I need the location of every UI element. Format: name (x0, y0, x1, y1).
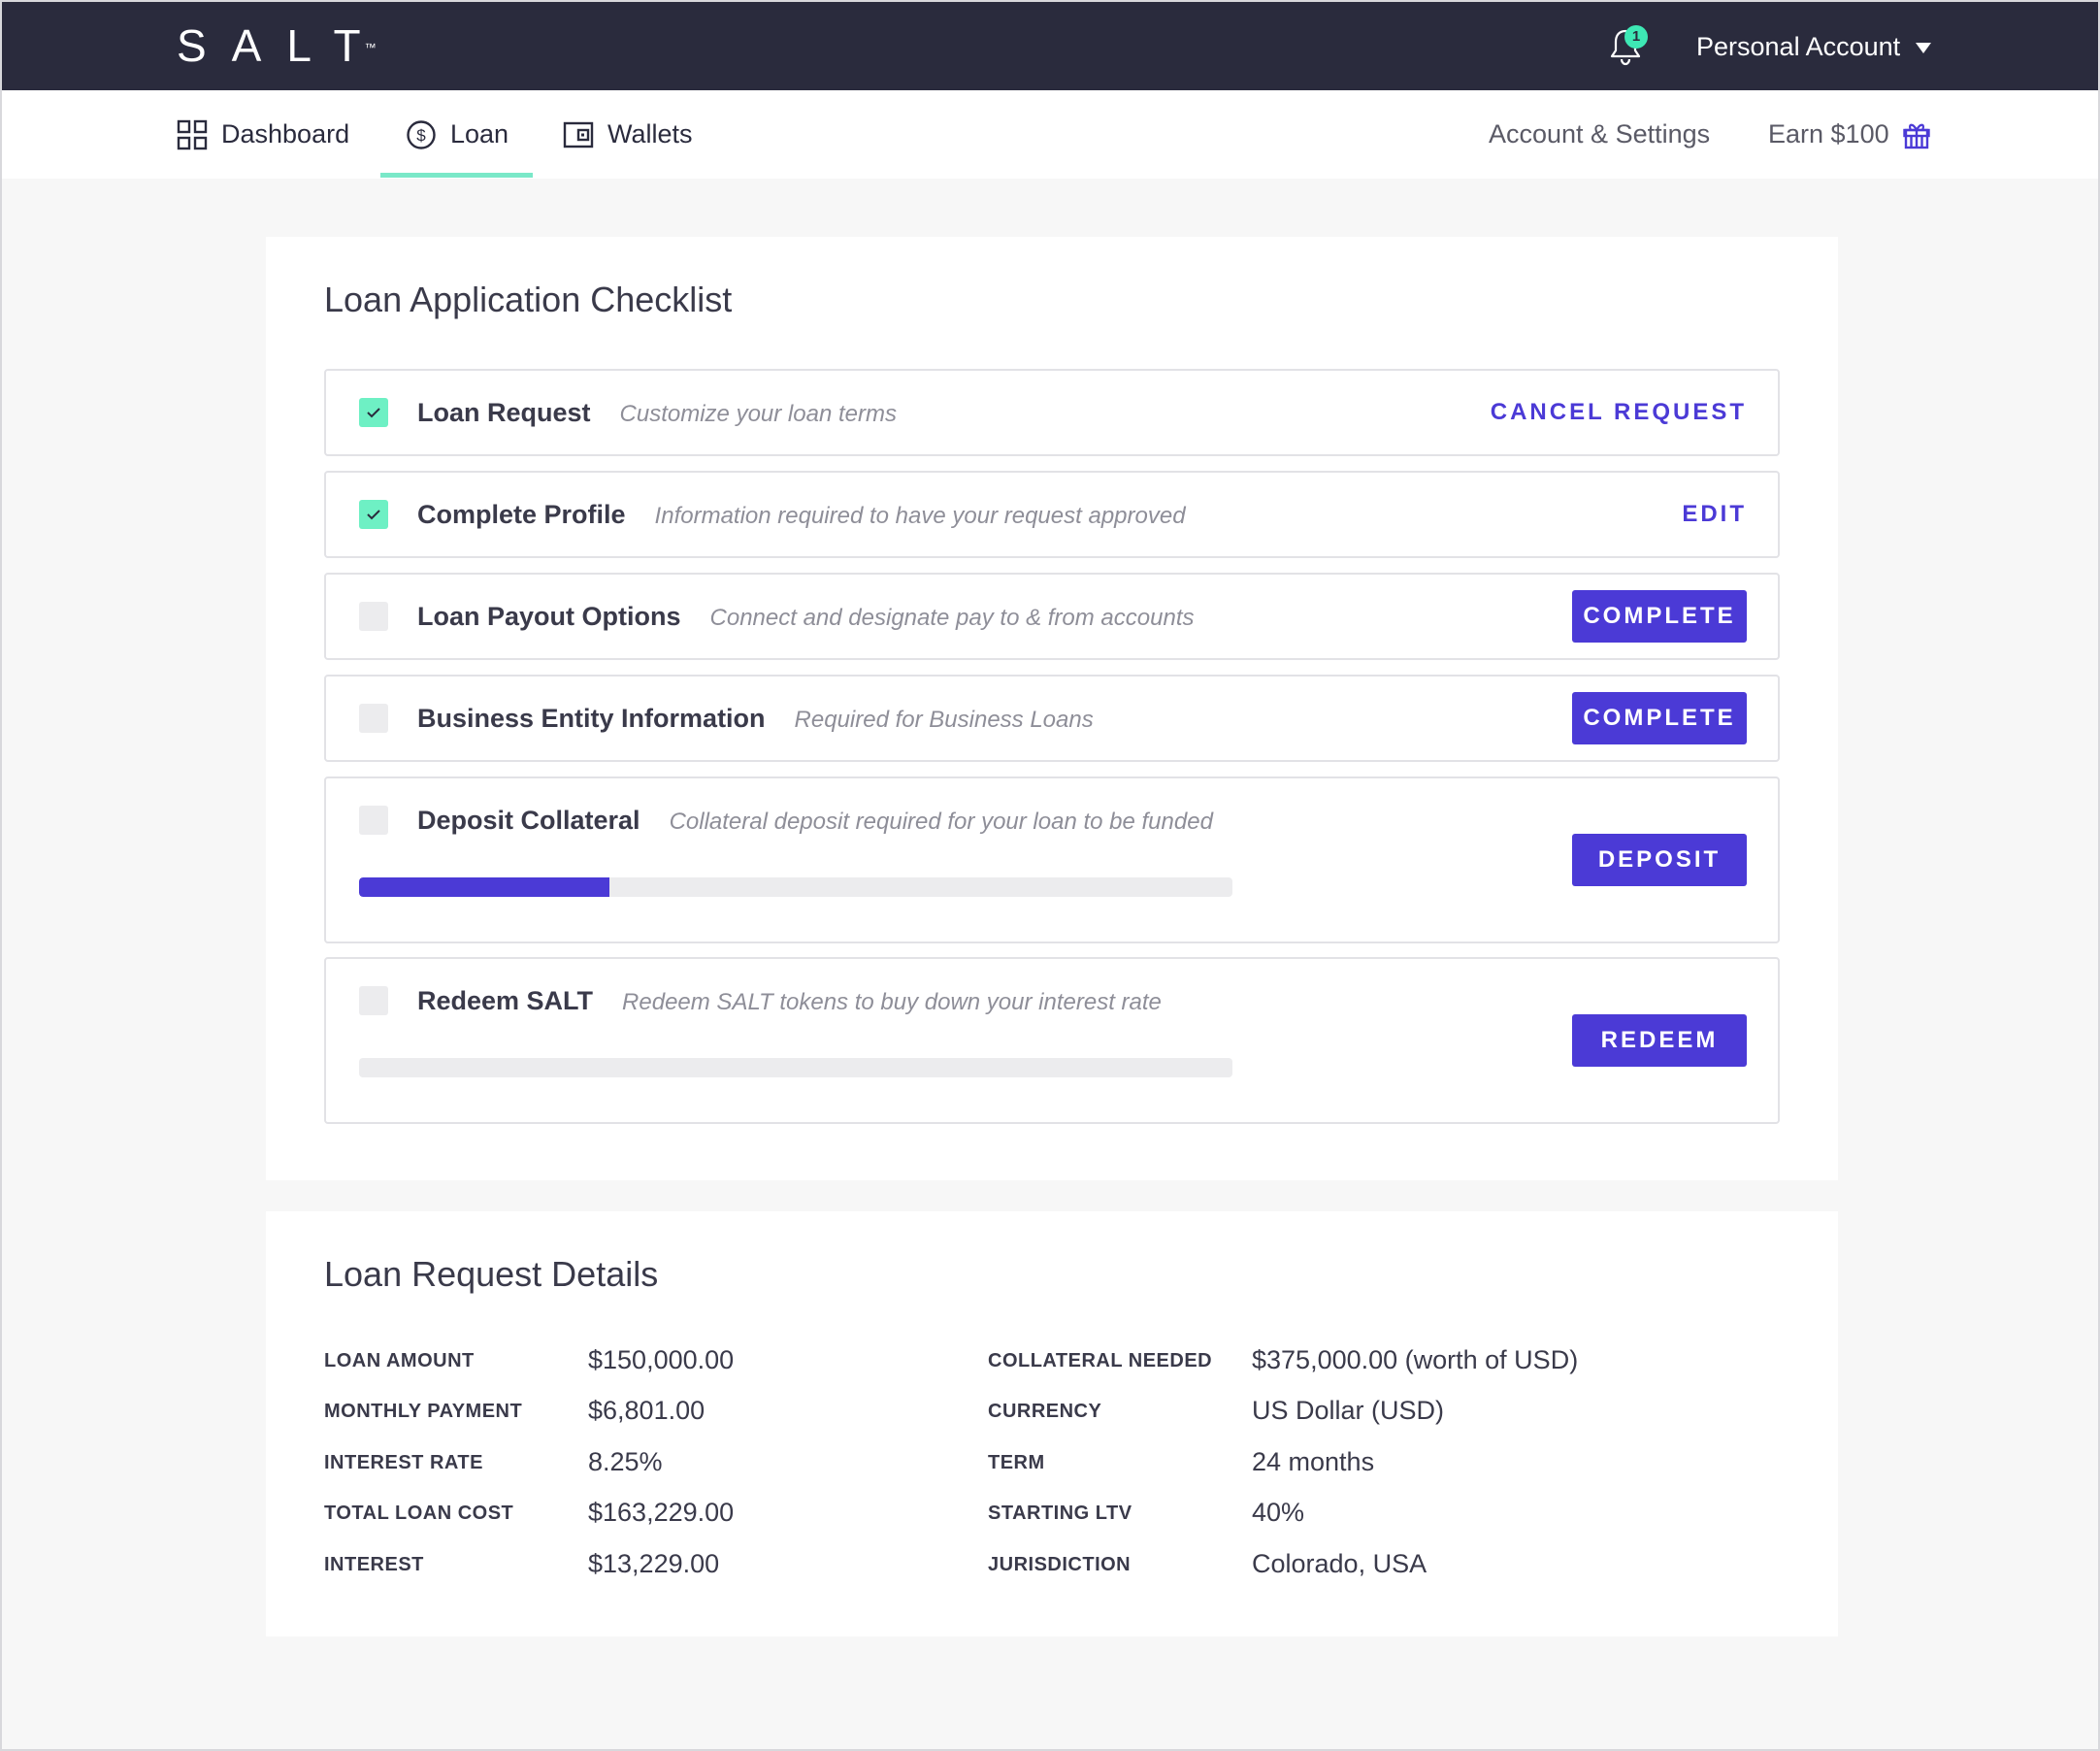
account-settings-label: Account & Settings (1489, 119, 1711, 149)
detail-value: 40% (1252, 1498, 1305, 1527)
detail-label: COLLATERAL NEEDED (988, 1350, 1213, 1371)
row-title: Complete Profile Information required to … (417, 500, 1186, 529)
checkbox-complete-profile[interactable] (359, 500, 388, 529)
complete-payout-button[interactable]: COMPLETE (1572, 590, 1747, 643)
deposit-button[interactable]: DEPOSIT (1572, 834, 1747, 886)
checkbox-loan-payout[interactable] (359, 602, 388, 631)
redeem-button[interactable]: REDEEM (1572, 1014, 1747, 1067)
checkbox-loan-request[interactable] (359, 398, 388, 427)
row-title: Loan Request Customize your loan terms (417, 398, 897, 427)
detail-label: LOAN AMOUNT (324, 1350, 475, 1371)
account-menu[interactable]: Personal Account (1696, 29, 1932, 64)
edit-profile-link[interactable]: EDIT (1682, 498, 1747, 531)
detail-value: 8.25% (588, 1447, 663, 1476)
checkbox-deposit-collateral[interactable] (359, 806, 388, 835)
checkbox-redeem-salt[interactable] (359, 986, 388, 1015)
svg-text:$: $ (416, 126, 426, 145)
row-title: Deposit Collateral Collateral deposit req… (417, 806, 1213, 835)
detail-value: US Dollar (USD) (1252, 1396, 1445, 1425)
row-description: Required for Business Loans (794, 707, 1094, 733)
row-title: Loan Payout Options Connect and designate… (417, 602, 1195, 631)
nav-wallets-label: Wallets (607, 119, 693, 149)
row-description: Connect and designate pay to & from acco… (709, 605, 1195, 631)
row-description: Collateral deposit required for your loa… (669, 809, 1213, 835)
detail-value: $150,000.00 (588, 1345, 735, 1374)
checklist-row-business-entity: Business Entity Information Required for … (324, 675, 1780, 762)
nav-account-settings[interactable]: Account & Settings (1489, 90, 1710, 179)
notification-badge: 1 (1624, 25, 1648, 49)
nav-loan-label: Loan (450, 119, 509, 149)
detail-label: CURRENCY (988, 1401, 1102, 1422)
detail-label: STARTING LTV (988, 1503, 1132, 1524)
redeem-progress-bar (359, 1058, 1232, 1077)
row-title: Redeem SALT Redeem SALT tokens to buy dow… (417, 986, 1162, 1015)
check-icon (367, 510, 380, 520)
detail-label: TERM (988, 1452, 1045, 1473)
nav-dashboard-label: Dashboard (221, 119, 350, 149)
grid-icon (177, 119, 208, 149)
active-tab-indicator (380, 173, 533, 178)
collateral-progress-fill (359, 877, 610, 897)
nav-earn[interactable]: Earn $100 (1768, 90, 1930, 179)
detail-value: $163,229.00 (588, 1498, 735, 1527)
detail-value: $6,801.00 (588, 1396, 705, 1425)
top-bar: SALT™ 1 Personal Account (2, 2, 2098, 90)
detail-value: 24 months (1252, 1447, 1375, 1476)
checklist-row-deposit-collateral: Deposit Collateral Collateral deposit req… (324, 776, 1780, 943)
row-description: Information required to have your reques… (654, 503, 1186, 529)
wallet-icon (563, 121, 594, 148)
dollar-circle-icon: $ (407, 119, 436, 149)
check-icon (367, 408, 380, 418)
loan-details-card: Loan Request Details LOAN AMOUNT $150,00… (266, 1211, 1838, 1636)
collateral-progress-bar (359, 877, 1232, 897)
detail-value: $13,229.00 (588, 1549, 720, 1578)
nav-bar: Dashboard $ Loan Wallets Account & Setti… (2, 90, 2098, 179)
nav-dashboard[interactable]: Dashboard (177, 90, 349, 179)
loan-details-title: Loan Request Details (324, 1254, 659, 1294)
earn-label: Earn $100 (1768, 119, 1889, 149)
checklist-card: Loan Application Checklist Loan Request C… (266, 237, 1838, 1180)
checklist-row-loan-request: Loan Request Customize your loan terms CA… (324, 369, 1780, 456)
account-label: Personal Account (1696, 32, 1901, 61)
complete-business-button[interactable]: COMPLETE (1572, 692, 1747, 744)
detail-value: Colorado, USA (1252, 1549, 1427, 1578)
checklist-row-redeem-salt: Redeem SALT Redeem SALT tokens to buy dow… (324, 957, 1780, 1124)
salt-logo[interactable]: SALT™ (177, 23, 398, 68)
checklist-row-loan-payout: Loan Payout Options Connect and designate… (324, 573, 1780, 660)
row-description: Redeem SALT tokens to buy down your inte… (622, 989, 1162, 1015)
detail-label: JURISDICTION (988, 1554, 1132, 1575)
cancel-request-link[interactable]: CANCEL REQUEST (1491, 396, 1747, 429)
row-title: Business Entity Information Required for … (417, 704, 1094, 733)
checklist-row-complete-profile: Complete Profile Information required to … (324, 471, 1780, 558)
detail-label: INTEREST (324, 1554, 424, 1575)
chevron-down-icon (1916, 43, 1932, 53)
nav-wallets[interactable]: Wallets (563, 90, 693, 179)
gift-icon (1902, 123, 1930, 149)
detail-label: TOTAL LOAN COST (324, 1503, 514, 1524)
nav-loan[interactable]: $ Loan (406, 90, 509, 179)
detail-label: MONTHLY PAYMENT (324, 1401, 523, 1422)
row-description: Customize your loan terms (619, 401, 897, 427)
checkbox-business-entity[interactable] (359, 704, 388, 733)
detail-value: $375,000.00 (worth of USD) (1252, 1345, 1579, 1374)
checklist-title: Loan Application Checklist (324, 280, 733, 319)
detail-label: INTEREST RATE (324, 1452, 483, 1473)
